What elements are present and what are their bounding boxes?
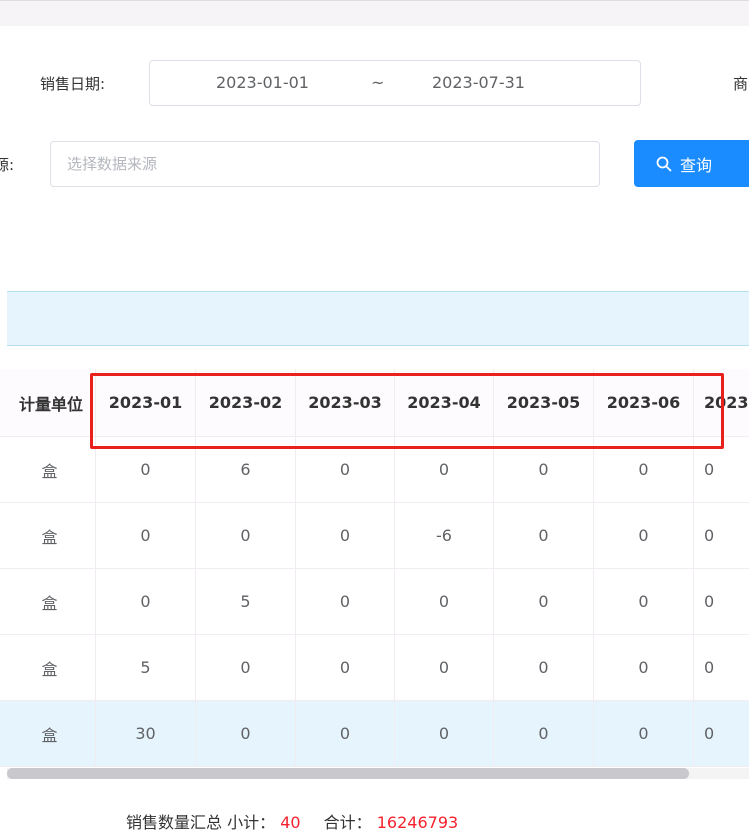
search-icon bbox=[656, 156, 672, 171]
data-source-select[interactable] bbox=[50, 141, 600, 187]
table-cell: 0 bbox=[594, 701, 694, 767]
summary-label: 销售数量汇总 小计： bbox=[126, 813, 276, 832]
horizontal-scrollbar-thumb[interactable] bbox=[7, 768, 689, 779]
table-cell: 5 bbox=[96, 635, 196, 701]
table-cell: 0 bbox=[395, 569, 494, 635]
table-cell: 0 bbox=[494, 701, 594, 767]
table-cell: 0 bbox=[395, 635, 494, 701]
table-cell: -6 bbox=[395, 503, 494, 569]
table-cell: 盒 bbox=[0, 437, 96, 503]
date-start[interactable]: 2023-01-01 bbox=[216, 73, 309, 92]
table-cell: 30 bbox=[96, 701, 196, 767]
table-cell: 0 bbox=[494, 503, 594, 569]
table-cell: 0 bbox=[196, 503, 296, 569]
table-cell: 0 bbox=[296, 635, 395, 701]
table-cell: 0 bbox=[494, 569, 594, 635]
table-row[interactable]: 盒 0 5 0 0 0 0 0 bbox=[0, 569, 749, 635]
table-row[interactable]: 盒 0 0 0 -6 0 0 0 bbox=[0, 503, 749, 569]
table-cell: 盒 bbox=[0, 635, 96, 701]
table-row-hovered[interactable]: 盒 30 0 0 0 0 0 0 bbox=[0, 701, 749, 767]
sale-date-range-picker[interactable]: 2023-01-01 ~ 2023-07-31 bbox=[149, 60, 641, 106]
table-cell: 0 bbox=[96, 503, 196, 569]
table-cell: 盒 bbox=[0, 569, 96, 635]
table-cell: 0 bbox=[494, 635, 594, 701]
table-cell: 0 bbox=[694, 701, 749, 767]
date-separator: ~ bbox=[371, 73, 385, 92]
table-cell: 0 bbox=[694, 569, 749, 635]
table-cell: 0 bbox=[196, 701, 296, 767]
table-cell: 0 bbox=[694, 635, 749, 701]
sales-quantity-summary: 销售数量汇总 小计： 40 合计： 16246793 bbox=[126, 809, 458, 833]
table-cell: 0 bbox=[196, 635, 296, 701]
month-columns-highlight-annotation bbox=[90, 373, 724, 449]
table-cell: 0 bbox=[594, 503, 694, 569]
summary-total: 16246793 bbox=[376, 813, 459, 832]
product-label-cut: 商 bbox=[733, 75, 749, 93]
summary-total-label: 合计： bbox=[323, 813, 372, 832]
table-row[interactable]: 盒 5 0 0 0 0 0 0 bbox=[0, 635, 749, 701]
table-cell: 0 bbox=[694, 503, 749, 569]
table-cell: 0 bbox=[296, 569, 395, 635]
query-button[interactable]: 查询 bbox=[634, 140, 749, 187]
table-cell: 0 bbox=[594, 635, 694, 701]
table-cell: 0 bbox=[594, 569, 694, 635]
table-cell: 盒 bbox=[0, 701, 96, 767]
sale-date-label: 销售日期: bbox=[40, 75, 106, 93]
table-cell: 5 bbox=[196, 569, 296, 635]
date-end[interactable]: 2023-07-31 bbox=[432, 73, 525, 92]
summary-subtotal: 40 bbox=[280, 813, 301, 832]
table-cell: 0 bbox=[395, 701, 494, 767]
table-cell: 0 bbox=[296, 701, 395, 767]
table-cell: 盒 bbox=[0, 503, 96, 569]
info-bar bbox=[7, 291, 749, 346]
data-source-label: 源: bbox=[0, 156, 15, 174]
table-cell: 0 bbox=[296, 503, 395, 569]
query-button-label: 查询 bbox=[680, 155, 713, 175]
column-header-unit[interactable]: 计量单位 bbox=[0, 369, 96, 437]
table-cell: 0 bbox=[96, 569, 196, 635]
top-strip bbox=[0, 0, 749, 26]
